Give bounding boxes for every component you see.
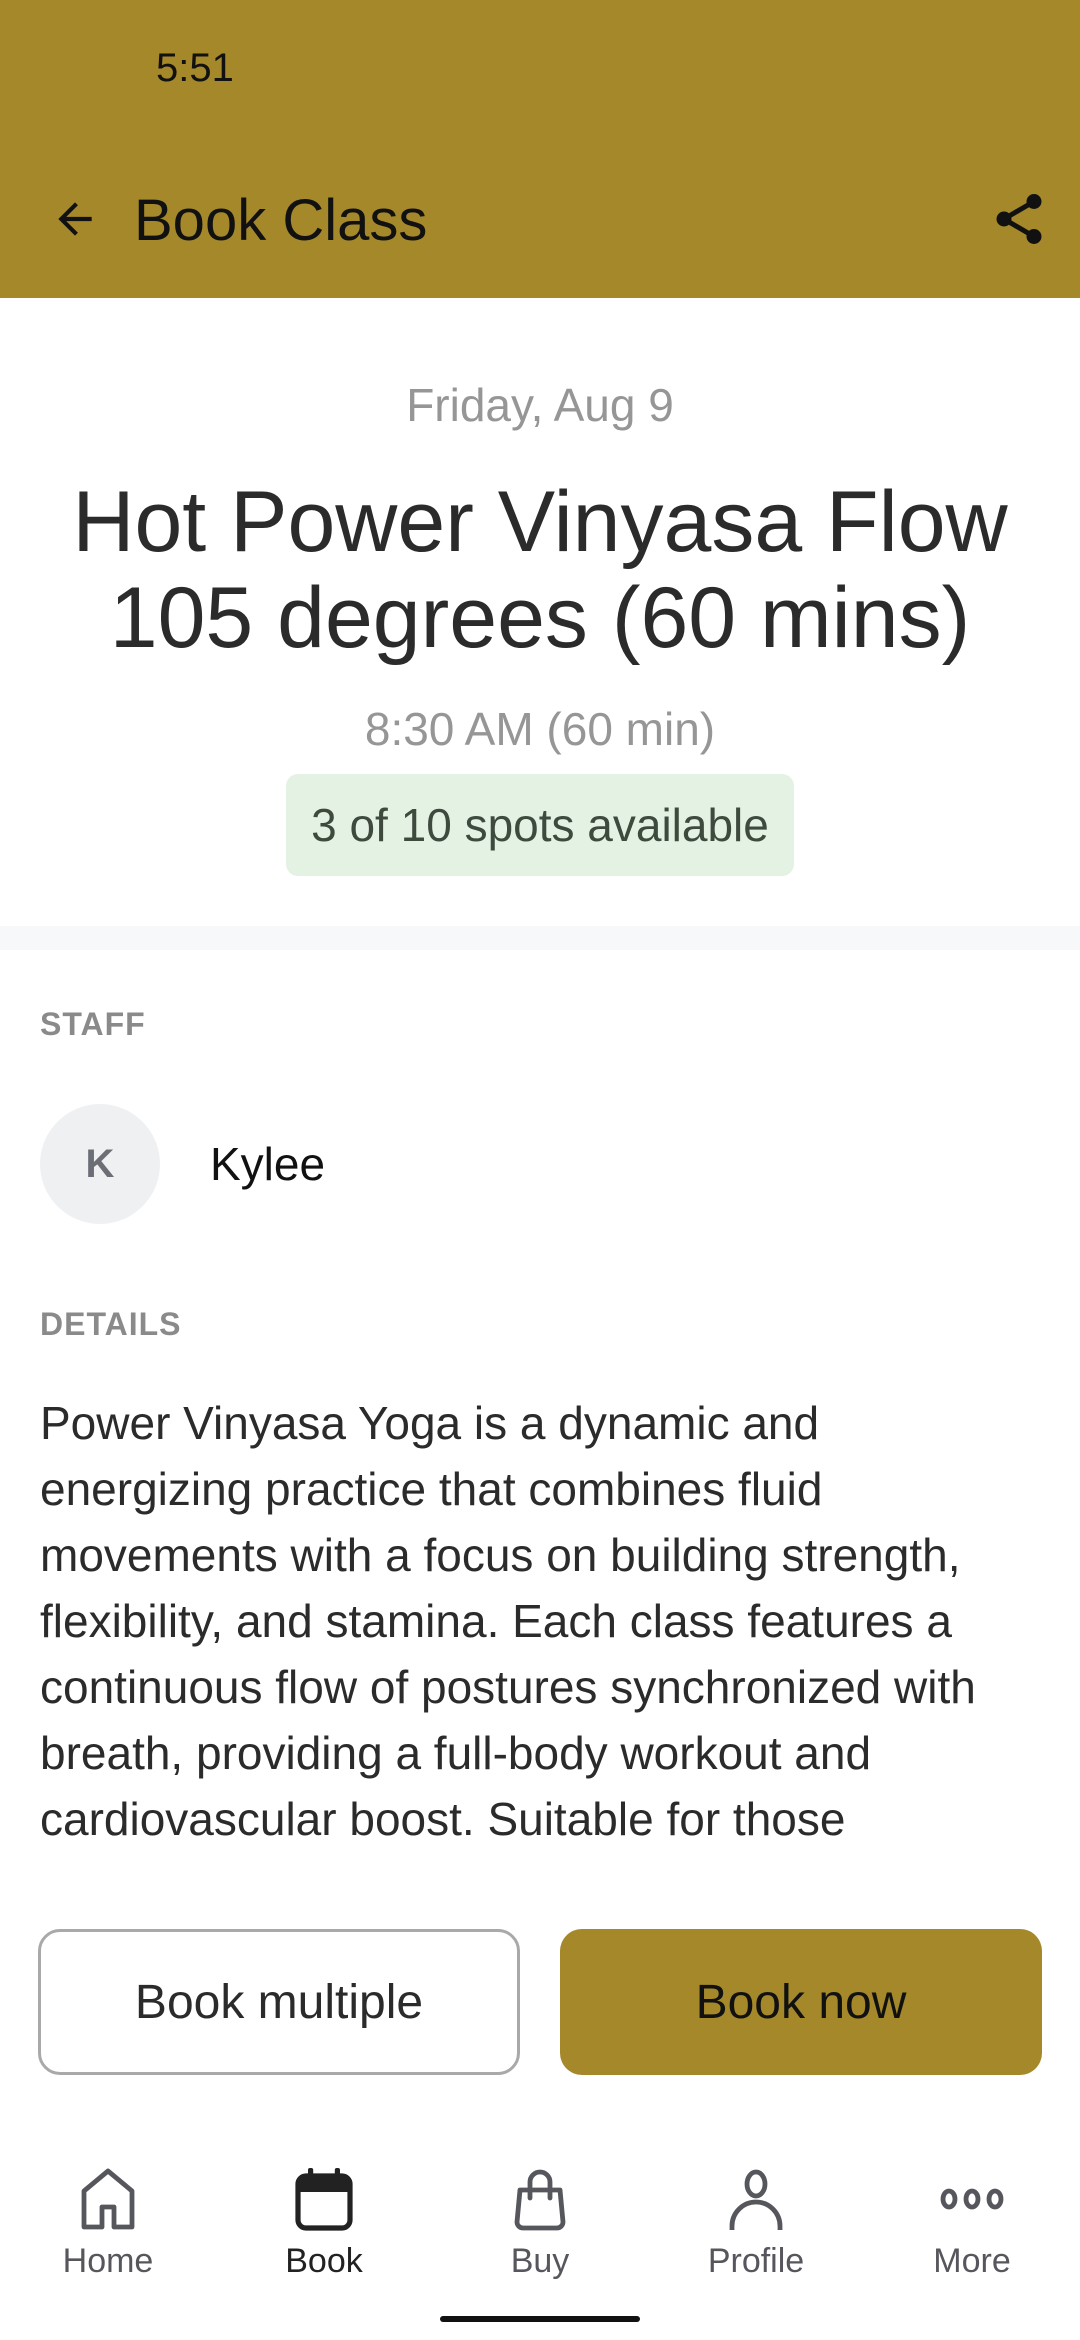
arrow-left-icon [50,194,100,249]
share-button[interactable] [984,186,1054,256]
back-button[interactable] [40,186,110,256]
nav-item-profile[interactable]: Profile [648,2140,864,2290]
class-summary: Friday, Aug 9 Hot Power Vinyasa Flow 105… [0,298,1080,926]
class-title: Hot Power Vinyasa Flow 105 degrees (60 m… [72,474,1008,666]
book-now-button[interactable]: Book now [560,1929,1042,2075]
spots-available-badge: 3 of 10 spots available [286,774,794,876]
class-date: Friday, Aug 9 [406,379,674,431]
nav-label-home: Home [62,2242,154,2280]
nav-item-home[interactable]: Home [0,2140,216,2290]
app-bar: 5:51 Book Class [0,0,1080,298]
more-dots-icon [937,2164,1007,2234]
home-indicator[interactable] [440,2316,640,2322]
nav-label-buy: Buy [510,2242,570,2280]
avatar: K [40,1104,160,1224]
nav-item-buy[interactable]: Buy [432,2140,648,2290]
nav-item-book[interactable]: Book [216,2140,432,2290]
staff-member[interactable]: K Kylee [40,1104,325,1224]
bottom-navigation: Home Book Buy Profile More [0,2140,1080,2290]
share-icon [989,189,1049,254]
nav-label-book: Book [285,2242,363,2280]
details-section-label: DETAILS [40,1306,182,1342]
home-icon [73,2164,143,2234]
calendar-icon [289,2164,359,2234]
class-time: 8:30 AM (60 min) [364,703,716,755]
section-divider [0,926,1080,950]
shopping-bag-icon [505,2164,575,2234]
staff-section-label: STAFF [40,1006,146,1042]
class-description: Power Vinyasa Yoga is a dynamic and ener… [40,1397,976,1845]
nav-label-profile: Profile [707,2242,805,2280]
person-icon [721,2164,791,2234]
page-title: Book Class [134,188,428,253]
nav-item-more[interactable]: More [864,2140,1080,2290]
staff-name: Kylee [210,1138,326,1190]
book-multiple-button[interactable]: Book multiple [38,1929,520,2075]
status-bar-time: 5:51 [156,46,234,90]
nav-label-more: More [933,2242,1011,2280]
